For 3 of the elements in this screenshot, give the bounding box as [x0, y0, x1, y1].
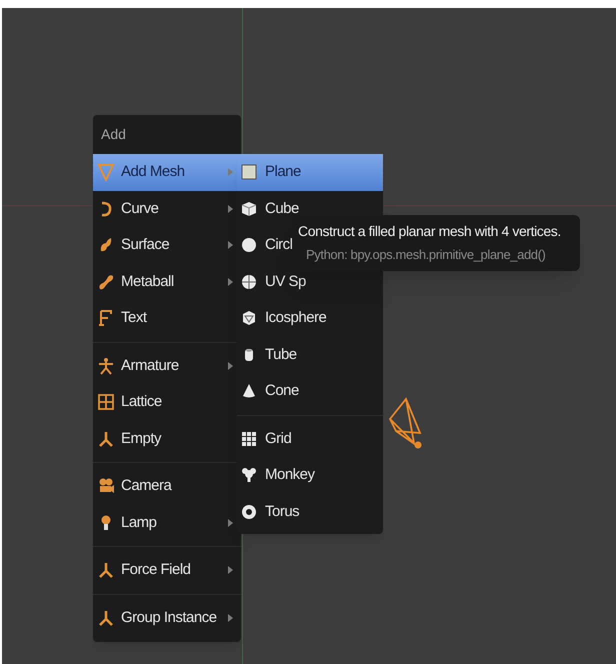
tooltip-python: Python: bpy.ops.mesh.primitive_plane_add() [305, 246, 546, 264]
menu-title: Add [100, 125, 127, 144]
tooltip-description: Construct a filled planar mesh with 4 vertices. [298, 222, 562, 241]
